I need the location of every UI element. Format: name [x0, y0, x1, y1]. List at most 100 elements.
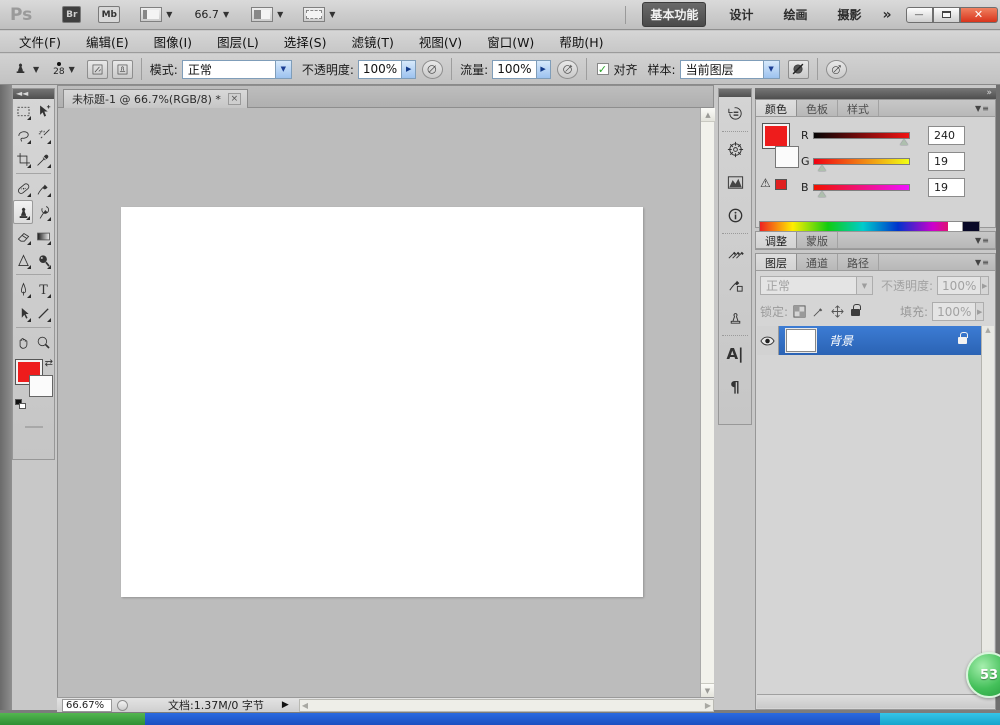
- green-slider-marker[interactable]: [818, 165, 826, 171]
- menu-window[interactable]: 窗口(W): [481, 32, 540, 51]
- blend-mode-select[interactable]: 正常 ▼: [181, 59, 292, 79]
- lock-transparency-icon[interactable]: [792, 304, 807, 319]
- brush-tool[interactable]: [33, 176, 53, 200]
- paragraph-panel-icon[interactable]: ¶: [719, 370, 751, 403]
- crop-tool[interactable]: [13, 147, 33, 171]
- layer-fill-field[interactable]: 100% ▶: [932, 302, 985, 321]
- arrange-documents-dropdown-arrow[interactable]: ▼: [277, 10, 283, 19]
- brush-picker-dropdown-arrow[interactable]: ▼: [69, 65, 75, 74]
- layer-opacity-field[interactable]: 100% ▶: [937, 276, 990, 295]
- workspace-essentials-button[interactable]: 基本功能: [642, 2, 707, 27]
- type-tool[interactable]: T: [33, 277, 53, 301]
- sample-select[interactable]: 当前图层 ▼: [679, 59, 780, 79]
- flow-field[interactable]: 100% ▶: [492, 59, 551, 79]
- menu-file[interactable]: 文件(F): [13, 32, 67, 51]
- clone-source-panel-icon[interactable]: [719, 301, 751, 334]
- history-brush-tool[interactable]: [33, 200, 53, 224]
- tools-panel-collapse-button[interactable]: ◄◄: [13, 89, 54, 99]
- screen-mode-icon[interactable]: [303, 7, 326, 22]
- layer-blend-mode-select[interactable]: 正常 ▼: [760, 276, 873, 295]
- color-panel-foreground-swatch[interactable]: [762, 123, 790, 149]
- zoom-level-control[interactable]: 66.7: [194, 8, 219, 21]
- scroll-left-arrow[interactable]: ◀: [302, 701, 308, 710]
- panel-menu-icon[interactable]: ▼≡: [975, 104, 991, 114]
- brush-presets-panel-icon[interactable]: [719, 268, 751, 301]
- launch-mini-bridge-button[interactable]: Mb: [98, 6, 121, 23]
- screen-mode-dropdown-arrow[interactable]: ▼: [329, 10, 335, 19]
- chevron-right-icon[interactable]: ▶: [401, 60, 416, 78]
- ignore-adjustment-layers-icon[interactable]: [787, 59, 809, 79]
- swap-colors-icon[interactable]: ⇄: [45, 358, 53, 369]
- pressure-size-icon[interactable]: [825, 59, 847, 79]
- chevron-down-icon[interactable]: ▼: [762, 60, 779, 78]
- document-close-icon[interactable]: ×: [227, 93, 241, 105]
- brush-preset-picker[interactable]: 28: [53, 61, 65, 77]
- hand-tool[interactable]: [13, 330, 33, 354]
- toggle-brush-panel-button[interactable]: [86, 59, 108, 79]
- panel-menu-icon[interactable]: ▼≡: [975, 236, 991, 246]
- dock-header[interactable]: [719, 89, 751, 97]
- airbrush-toggle-icon[interactable]: [556, 59, 578, 79]
- tab-layers[interactable]: 图层: [756, 254, 797, 270]
- view-extras-icon[interactable]: [140, 7, 163, 22]
- layer-visibility-cell[interactable]: [757, 326, 779, 355]
- aligned-checkbox[interactable]: ✓: [596, 63, 609, 76]
- close-button[interactable]: ✕: [959, 6, 998, 23]
- panel-menu-icon[interactable]: ▼≡: [975, 258, 991, 268]
- rectangular-marquee-tool[interactable]: [13, 99, 33, 123]
- clone-stamp-tool[interactable]: [13, 200, 33, 224]
- history-panel-icon[interactable]: [719, 97, 751, 130]
- blue-slider[interactable]: [813, 184, 910, 197]
- red-value-field[interactable]: 240: [928, 126, 965, 145]
- taskbar-start-segment[interactable]: [0, 713, 145, 725]
- scroll-down-arrow[interactable]: ▼: [701, 683, 714, 697]
- chevron-right-icon[interactable]: ▶: [535, 60, 550, 78]
- toggle-clone-source-panel-button[interactable]: [111, 59, 133, 79]
- sharpen-tool[interactable]: [13, 248, 33, 272]
- scroll-up-arrow[interactable]: ▲: [701, 108, 715, 122]
- eyedropper-tool[interactable]: [33, 147, 53, 171]
- tab-masks[interactable]: 蒙版: [797, 232, 838, 248]
- character-panel-icon[interactable]: A|: [719, 337, 751, 370]
- menu-image[interactable]: 图像(I): [148, 32, 198, 51]
- tab-color[interactable]: 颜色: [756, 100, 797, 116]
- status-zoom-field[interactable]: 66.67%: [62, 698, 112, 712]
- panel-dock-collapse-button[interactable]: »: [755, 88, 996, 99]
- pressure-opacity-icon[interactable]: [422, 59, 444, 79]
- info-panel-icon[interactable]: [719, 199, 751, 232]
- menu-layer[interactable]: 图层(L): [211, 32, 265, 51]
- tab-adjustments[interactable]: 调整: [756, 232, 797, 248]
- taskbar-right-segment[interactable]: [880, 713, 1000, 725]
- move-tool[interactable]: [33, 99, 53, 123]
- lasso-tool[interactable]: [13, 123, 33, 147]
- restore-button[interactable]: [932, 6, 960, 23]
- canvas[interactable]: [121, 207, 643, 597]
- brush-panel-icon[interactable]: [719, 235, 751, 268]
- menu-edit[interactable]: 编辑(E): [80, 32, 135, 51]
- zoom-tool[interactable]: [33, 330, 53, 354]
- opacity-field[interactable]: 100% ▶: [357, 59, 417, 79]
- gradient-tool[interactable]: [33, 224, 53, 248]
- layers-scrollbar[interactable]: ▲: [981, 326, 994, 701]
- lock-all-icon[interactable]: [851, 304, 861, 316]
- gamut-warning-icon[interactable]: ⚠: [760, 176, 771, 190]
- layer-thumbnail[interactable]: [785, 328, 817, 353]
- background-color-swatch[interactable]: [29, 375, 53, 397]
- lock-pixels-icon[interactable]: [811, 304, 826, 319]
- line-shape-tool[interactable]: [33, 301, 53, 325]
- workspace-photography-button[interactable]: 摄影: [830, 3, 868, 26]
- color-panel-background-swatch[interactable]: [775, 146, 799, 168]
- scroll-right-arrow[interactable]: ▶: [705, 701, 711, 710]
- workspace-painting-button[interactable]: 绘画: [776, 3, 814, 26]
- horizontal-scrollbar[interactable]: ◀ ▶: [298, 698, 714, 712]
- magic-wand-tool[interactable]: [33, 123, 53, 147]
- current-tool-preset-icon[interactable]: [12, 59, 29, 79]
- arrange-documents-icon[interactable]: [251, 7, 274, 22]
- eraser-tool[interactable]: [13, 224, 33, 248]
- green-value-field[interactable]: 19: [928, 152, 965, 171]
- red-slider-marker[interactable]: [900, 139, 908, 145]
- red-slider[interactable]: [813, 132, 910, 145]
- pen-tool[interactable]: [13, 277, 33, 301]
- default-colors-icon[interactable]: [15, 399, 26, 409]
- tab-styles[interactable]: 样式: [838, 100, 879, 116]
